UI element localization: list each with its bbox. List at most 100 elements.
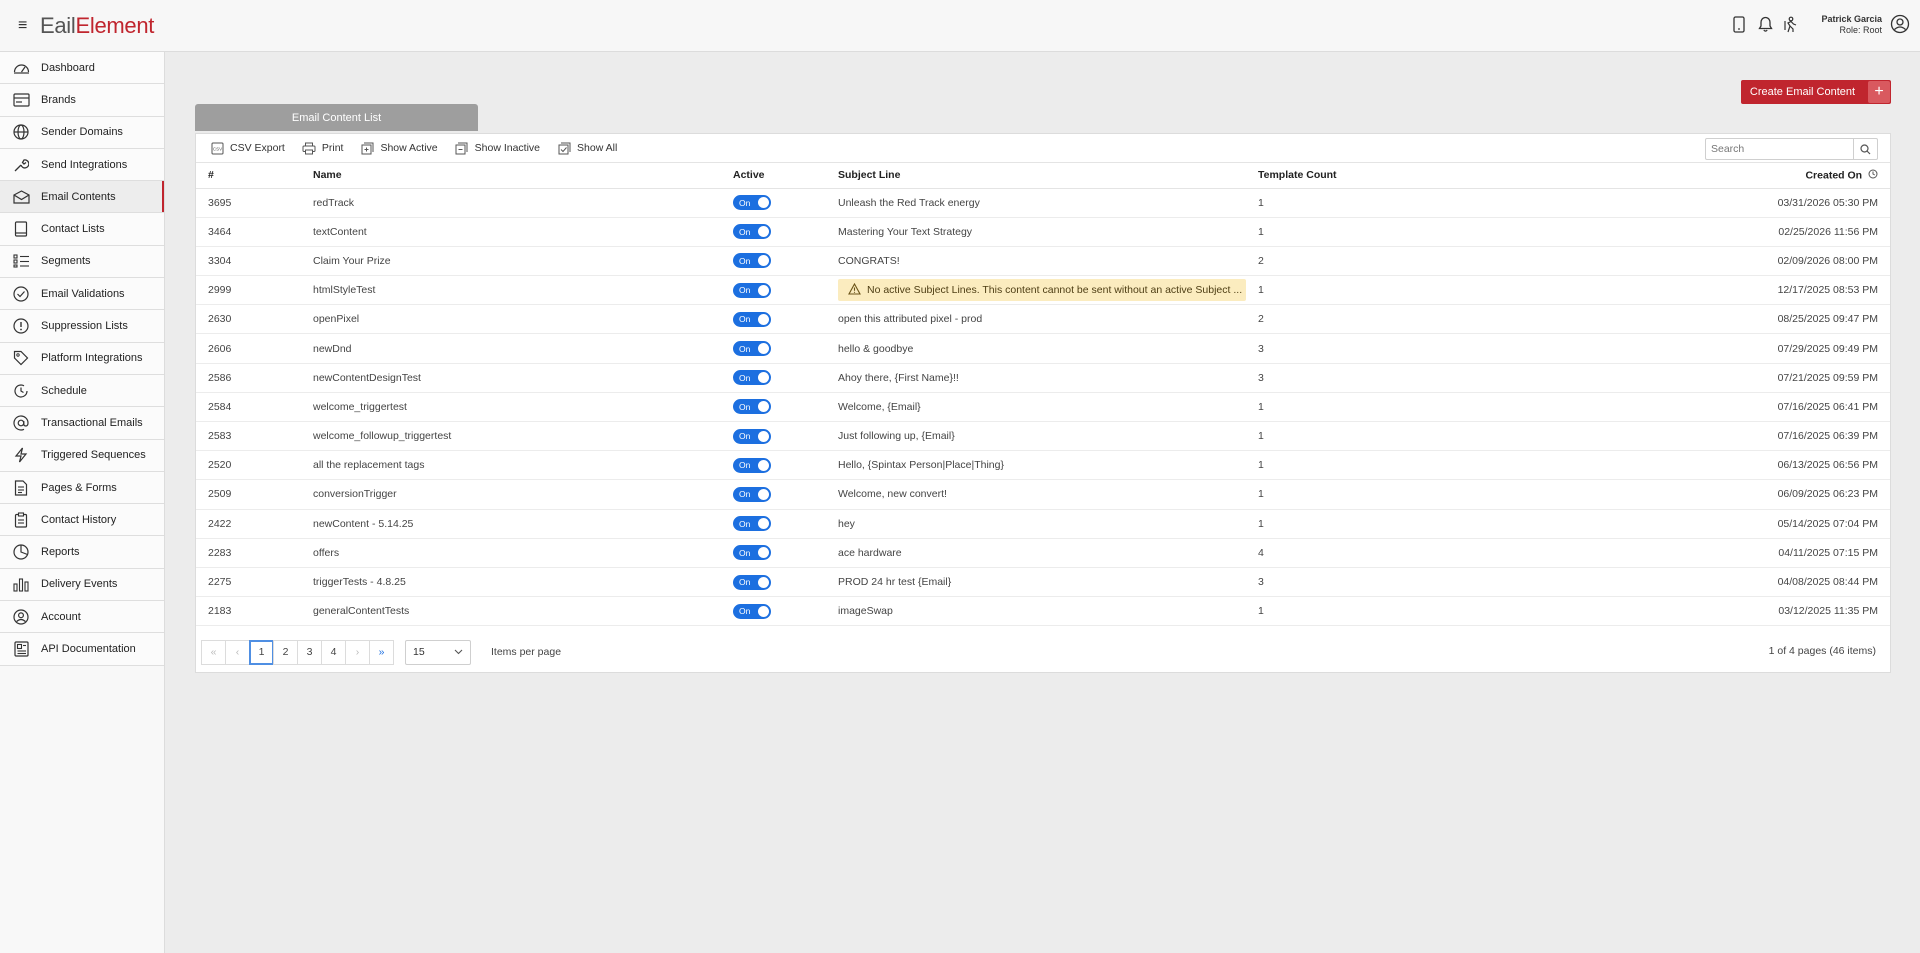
sidebar-item-contact-history[interactable]: Contact History (0, 504, 164, 537)
col-header-subject[interactable]: Subject Line (826, 163, 1246, 189)
table-row[interactable]: 2630 openPixel On open this attributed pixe… (196, 304, 1890, 335)
search-icon[interactable] (1853, 139, 1877, 159)
toggle-knob (758, 343, 769, 355)
sidebar-item-contact-lists[interactable]: Contact Lists (0, 213, 164, 246)
active-toggle[interactable]: On (733, 370, 771, 386)
page-2-button[interactable]: 2 (273, 639, 298, 665)
col-header-created-on[interactable]: Created On (1446, 163, 1890, 189)
next-page-button[interactable]: › (345, 639, 370, 665)
toggle-knob (758, 401, 769, 413)
active-toggle[interactable]: On (733, 516, 771, 532)
first-page-button[interactable]: « (201, 639, 226, 665)
sidebar-item-email-contents[interactable]: Email Contents (0, 181, 164, 214)
active-toggle[interactable]: On (733, 603, 771, 619)
show-inactive-button[interactable]: Show Inactive (455, 141, 540, 155)
table-row[interactable]: 2183 generalContentTests On imageSwap 1 03/12… (196, 596, 1890, 627)
sidebar-item-schedule[interactable]: Schedule (0, 374, 164, 408)
show-all-button[interactable]: Show All (557, 141, 617, 155)
page-3-button[interactable]: 3 (297, 639, 322, 665)
sidebar-item-platform-integrations[interactable]: Platform Integrations (0, 342, 164, 375)
active-toggle[interactable]: On (733, 253, 771, 269)
cell-template-count: 1 (1246, 421, 1446, 452)
active-toggle[interactable]: On (733, 282, 771, 298)
table-row[interactable]: 2520 all the replacement tags On Hello, {Sp… (196, 450, 1890, 481)
table-row[interactable]: 2275 triggerTests - 4.8.25 On PROD 24 hr te… (196, 567, 1890, 598)
sidebar-item-triggered-sequences[interactable]: Triggered Sequences (0, 439, 164, 472)
sidebar-item-email-validations[interactable]: Email Validations (0, 278, 164, 311)
active-toggle[interactable]: On (733, 311, 771, 327)
table-row[interactable]: 2606 newDnd On hello & goodbye 3 07/29/2025 0… (196, 333, 1890, 364)
bell-icon[interactable] (1756, 14, 1774, 34)
hamburger-menu-icon[interactable]: ≡ (18, 17, 27, 35)
cell-subject: hello & goodbye (826, 333, 1246, 364)
table-row[interactable]: 2509 conversionTrigger On Welcome, new conv… (196, 479, 1890, 510)
mobile-icon[interactable] (1730, 14, 1748, 34)
user-role: Role: Root (1839, 25, 1882, 35)
sidebar-item-segments[interactable]: Segments (0, 245, 164, 279)
toggle-label: On (739, 606, 751, 617)
cell-name: triggerTests - 4.8.25 (301, 567, 721, 598)
prev-page-button[interactable]: ‹ (225, 639, 250, 665)
table-row[interactable]: 2999 htmlStyleTest On No active Subject Lin… (196, 275, 1890, 306)
toggle-knob (758, 576, 769, 588)
show-active-label: Show Active (380, 142, 438, 154)
active-toggle[interactable]: On (733, 545, 771, 561)
user-info[interactable]: Patrick Garcia Role: Root (1821, 14, 1882, 36)
toggle-label: On (739, 285, 751, 296)
active-toggle[interactable]: On (733, 486, 771, 502)
active-toggle[interactable]: On (733, 457, 771, 473)
sidebar-item-dashboard[interactable]: Dashboard (0, 52, 164, 85)
table-row[interactable]: 2584 welcome_triggertest On Welcome, {Email… (196, 392, 1890, 423)
table-row[interactable]: 3304 Claim Your Prize On CONGRATS! 2 02/09/20… (196, 246, 1890, 277)
csv-export-button[interactable]: CSV CSV Export (210, 141, 285, 155)
sidebar-item-transactional-emails[interactable]: Transactional Emails (0, 407, 164, 440)
create-email-content-button[interactable]: Create Email Content + (1741, 80, 1891, 104)
active-toggle[interactable]: On (733, 195, 771, 211)
active-toggle[interactable]: On (733, 428, 771, 444)
sidebar-item-label: Platform Integrations (41, 352, 143, 365)
show-active-button[interactable]: Show Active (360, 141, 438, 155)
last-page-button[interactable]: » (369, 639, 394, 665)
cell-id: 2183 (196, 596, 301, 627)
sidebar-item-delivery-events[interactable]: Delivery Events (0, 568, 164, 602)
sidebar-item-pages-forms[interactable]: Pages & Forms (0, 471, 164, 505)
col-header-active[interactable]: Active (721, 163, 826, 189)
print-button[interactable]: Print (302, 141, 343, 155)
tab-email-content-list[interactable]: Email Content List (195, 104, 478, 131)
active-toggle[interactable]: On (733, 224, 771, 240)
logout-icon[interactable] (1782, 14, 1800, 34)
page-1-button[interactable]: 1 (249, 639, 274, 665)
col-header-id[interactable]: # (196, 163, 301, 189)
active-toggle[interactable]: On (733, 341, 771, 357)
page-size-select[interactable]: 15 (405, 639, 471, 665)
sidebar-item-send-integrations[interactable]: Send Integrations (0, 148, 164, 182)
search-input[interactable] (1706, 139, 1853, 159)
active-toggle[interactable]: On (733, 574, 771, 590)
table-row[interactable]: 2283 offers On ace hardware 4 04/11/2025 07:1… (196, 538, 1890, 568)
active-toggle[interactable]: On (733, 399, 771, 415)
col-header-name[interactable]: Name (301, 163, 721, 189)
printer-icon (302, 141, 316, 155)
sidebar-item-api-documentation[interactable]: API Documentation (0, 633, 164, 666)
sidebar-item-label: Triggered Sequences (41, 449, 146, 462)
table-row[interactable]: 2586 newContentDesignTest On Ahoy there, {F… (196, 363, 1890, 393)
cell-subject: ace hardware (826, 538, 1246, 568)
app-logo[interactable]: EailElement (40, 13, 154, 39)
sidebar-item-sender-domains[interactable]: Sender Domains (0, 116, 164, 149)
col-header-template-count[interactable]: Template Count (1246, 163, 1446, 189)
tag-icon (12, 349, 30, 367)
user-circle-icon[interactable] (1890, 14, 1910, 34)
table-row[interactable]: 3464 textContent On Mastering Your Text Str… (196, 217, 1890, 247)
sidebar-item-brands[interactable]: Brands (0, 84, 164, 117)
table-row[interactable]: 2422 newContent - 5.14.25 On hey 1 05/14/2025… (196, 509, 1890, 539)
cell-active: On (721, 567, 826, 598)
toggle-label: On (739, 197, 751, 208)
table-row[interactable]: 3695 redTrack On Unleash the Red Track ener… (196, 188, 1890, 218)
sidebar-item-suppression-lists[interactable]: Suppression Lists (0, 310, 164, 343)
sidebar-item-account[interactable]: Account (0, 601, 164, 634)
sidebar-item-label: Contact Lists (41, 223, 105, 236)
sidebar-item-reports[interactable]: Reports (0, 536, 164, 569)
cell-created-on: 07/16/2025 06:39 PM (1446, 421, 1890, 452)
page-4-button[interactable]: 4 (321, 639, 346, 665)
table-row[interactable]: 2583 welcome_followup_triggertest On Just f… (196, 421, 1890, 452)
